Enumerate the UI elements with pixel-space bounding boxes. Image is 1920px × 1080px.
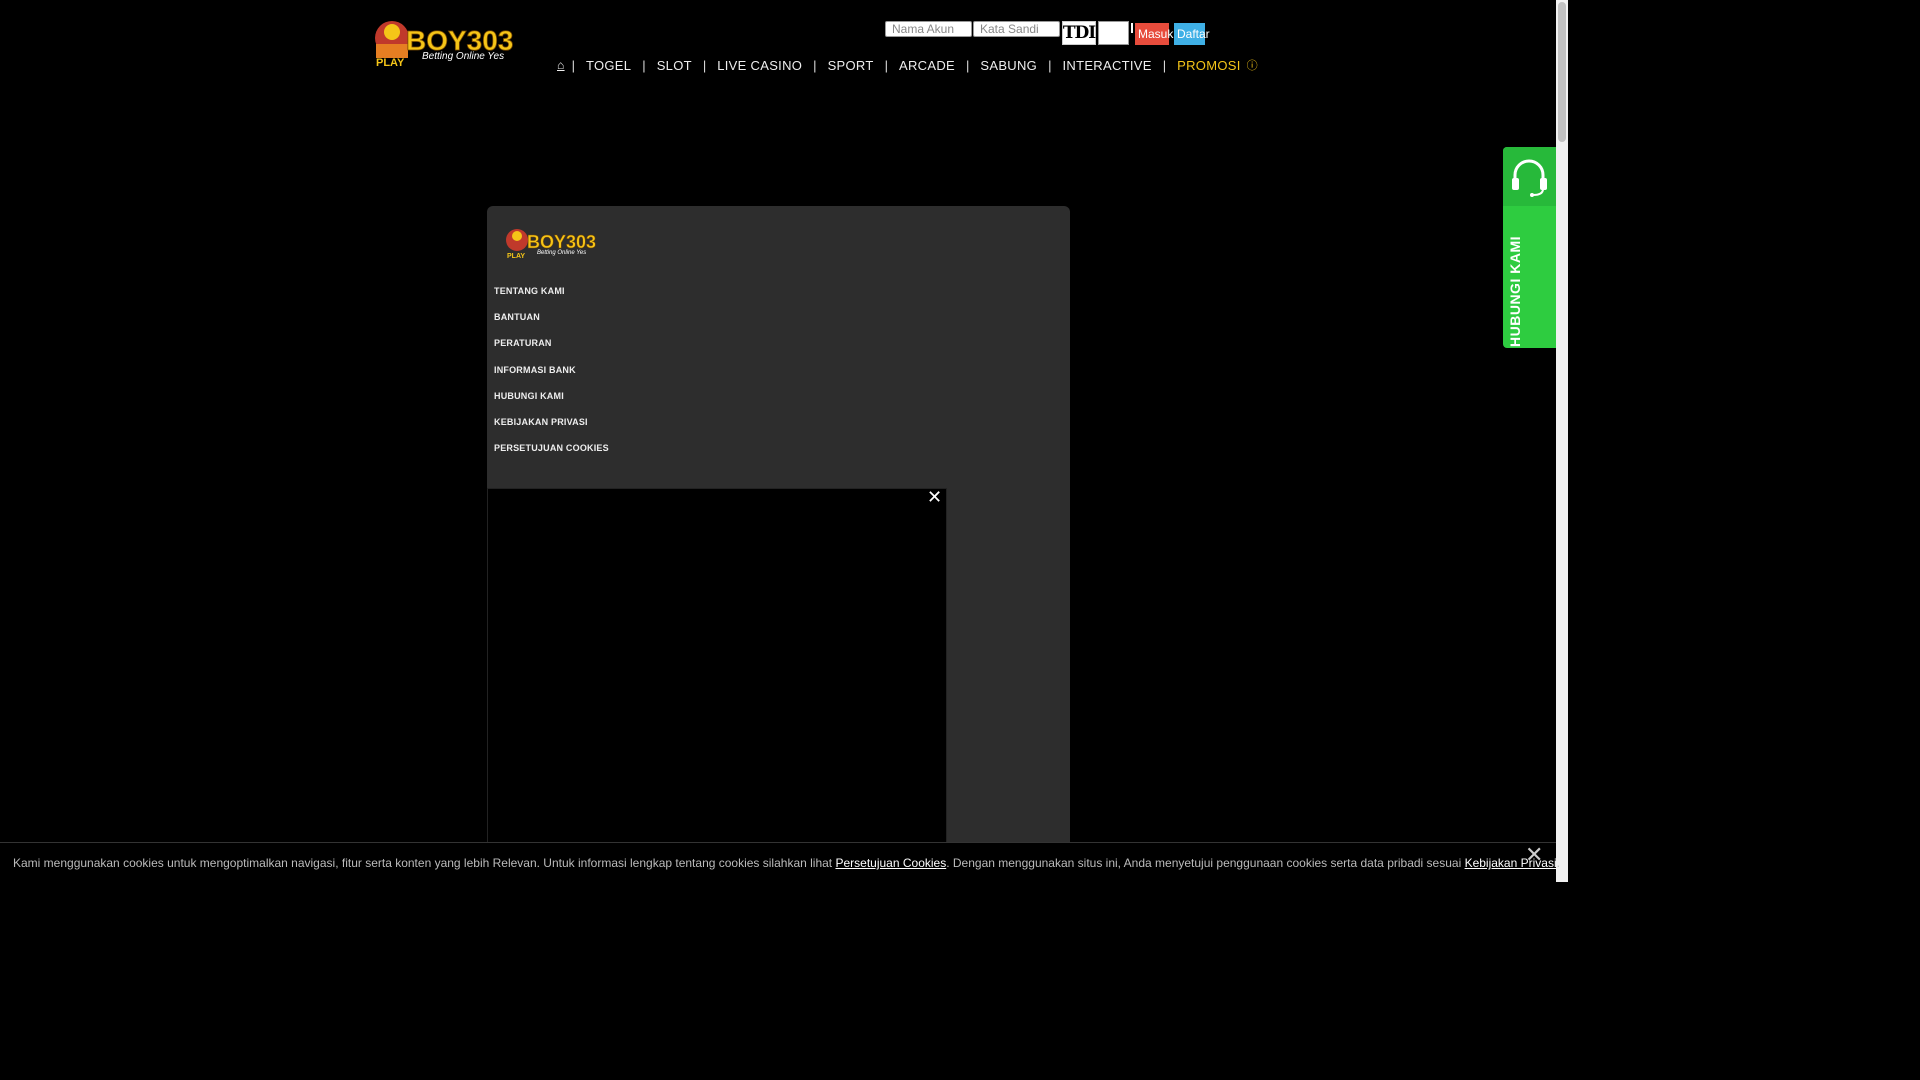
captcha-input[interactable] <box>1098 21 1129 45</box>
footer-logo-tagline: Betting Online Yes <box>537 250 586 256</box>
scrollbar-thumb[interactable] <box>1558 2 1566 142</box>
logo-tagline: Betting Online Yes <box>422 51 504 62</box>
cookie-bar: Kami menggunakan cookies untuk mengoptim… <box>0 842 1560 883</box>
footer-logo-badge: PLAY <box>507 253 525 260</box>
footer-link-bantuan[interactable]: BANTUAN <box>494 312 609 338</box>
daftar-button[interactable]: Daftar <box>1174 23 1210 45</box>
nav-item-sport[interactable]: SPORT <box>817 58 885 73</box>
login-divider <box>1131 23 1133 33</box>
nav-home-icon[interactable]: ⌂ <box>553 58 572 72</box>
video-popup[interactable] <box>487 488 947 882</box>
footer-logo[interactable]: PLAY BOY303 Betting Online Yes <box>505 224 603 260</box>
nav-item-live-casino[interactable]: LIVE CASINO <box>706 58 813 73</box>
cookie-text-1: Kami menggunakan cookies untuk mengoptim… <box>13 856 836 870</box>
nav-item-arcade[interactable]: ARCADE <box>888 58 966 73</box>
main-nav: ⌂ | TOGEL | SLOT | LIVE CASINO | SPORT |… <box>553 57 1258 73</box>
side-tab-label: HUBUNGI KAMI <box>1507 236 1523 347</box>
username-input[interactable] <box>885 21 972 37</box>
nav-item-promosi[interactable]: PROMOSI <box>1166 58 1247 73</box>
scrollbar[interactable] <box>1556 0 1568 882</box>
nav-item-sabung[interactable]: SABUNG <box>969 58 1048 73</box>
nav-item-togel[interactable]: TOGEL <box>575 58 642 73</box>
cookie-close-icon[interactable]: ✕ <box>1525 842 1543 868</box>
site-logo[interactable]: PLAY BOY303 Betting Online Yes <box>370 14 522 70</box>
footer-logo-text: BOY303 <box>527 232 596 252</box>
footer-link-tentang-kami[interactable]: TENTANG KAMI <box>494 286 609 312</box>
cookie-text-3: . <box>1556 856 1560 870</box>
password-input[interactable] <box>973 21 1060 37</box>
login-bar: TDI Masuk Daftar <box>885 21 1210 45</box>
footer-link-hubungi-kami[interactable]: HUBUNGI KAMI <box>494 391 609 417</box>
footer-link-persetujuan-cookies[interactable]: PERSETUJUAN COOKIES <box>494 443 609 469</box>
contact-side-tab[interactable]: HUBUNGI KAMI <box>1503 147 1556 348</box>
footer-link-kebijakan-privasi[interactable]: KEBIJAKAN PRIVASI <box>494 417 609 443</box>
footer-link-informasi-bank[interactable]: INFORMASI BANK <box>494 365 609 391</box>
info-icon[interactable]: ⓘ <box>1247 57 1258 73</box>
logo-badge: PLAY <box>376 57 405 69</box>
footer-link-peraturan[interactable]: PERATURAN <box>494 338 609 364</box>
cookie-message: Kami menggunakan cookies untuk mengoptim… <box>13 856 1560 870</box>
side-tab-header <box>1503 147 1556 206</box>
masuk-button[interactable]: Masuk <box>1135 23 1173 45</box>
cookie-link-persetujuan[interactable]: Persetujuan Cookies <box>835 856 946 870</box>
nav-item-interactive[interactable]: INTERACTIVE <box>1051 58 1162 73</box>
footer-links: TENTANG KAMI BANTUAN PERATURAN INFORMASI… <box>494 286 609 469</box>
nav-item-slot[interactable]: SLOT <box>646 58 703 73</box>
cookie-text-2: . Dengan menggunakan situs ini, Anda men… <box>946 856 1465 870</box>
close-icon[interactable]: ✕ <box>927 487 942 508</box>
headset-icon <box>1512 159 1547 197</box>
captcha-image: TDI <box>1062 21 1096 45</box>
